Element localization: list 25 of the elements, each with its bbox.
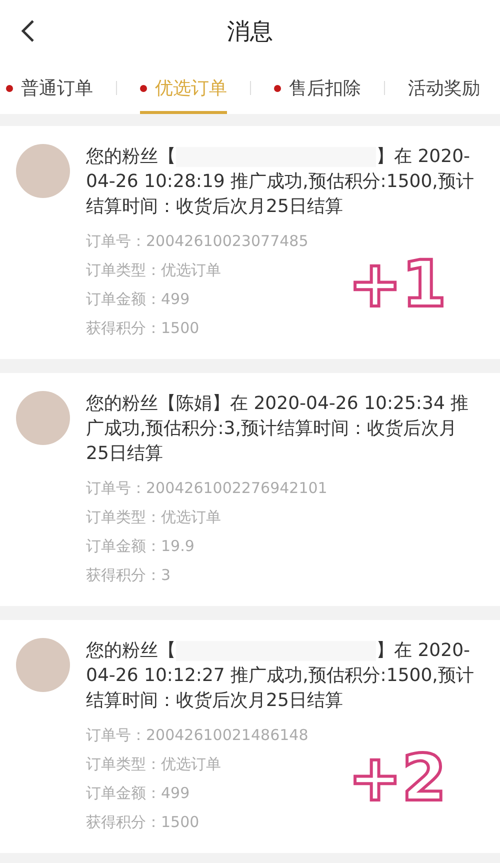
- order-detail: 订单金额：19.9: [86, 536, 196, 557]
- message-text: 您的粉丝【陈娟】在 2020-04-26 10:25:34 推广成功,预估积分:3,预计结算时间：收货后次月25日结算: [86, 392, 470, 466]
- tab[interactable]: 活动奖励: [408, 62, 480, 114]
- tab[interactable]: 普通订单: [6, 62, 93, 114]
- order-detail: 订单类型：优选订单: [86, 507, 222, 528]
- avatar-placeholder: [16, 144, 70, 198]
- handwritten-annotation: +1: [348, 248, 446, 322]
- order-detail: 订单类型：优选订单: [86, 754, 222, 775]
- message-text: 您的粉丝【 】在 2020-04-26 10:28:19 推广成功,预估积分:1500,预计结算时间：收货后次月25日结算: [86, 145, 475, 219]
- message-text: 您的粉丝【 】在 2020-04-26 10:12:27 推广成功,预估积分:1500,预计结算时间：收货后次月25日结算: [86, 639, 475, 713]
- order-detail: 订单金额：499: [86, 783, 191, 804]
- order-detail: 获得积分：1500: [86, 812, 200, 833]
- avatar-placeholder: [16, 391, 70, 445]
- page-title: 消息: [227, 18, 273, 46]
- handwritten-annotation: +2: [348, 742, 446, 816]
- order-detail: 订单号：20042610021486148: [86, 725, 308, 746]
- order-detail: 订单金额：499: [86, 289, 191, 310]
- back-icon[interactable]: [21, 19, 35, 43]
- order-detail: 获得积分：1500: [86, 318, 200, 339]
- order-detail: 订单号：20042610023077485: [86, 231, 308, 252]
- order-detail: 获得积分：3: [86, 565, 172, 586]
- order-detail: 订单类型：优选订单: [86, 260, 222, 281]
- tab[interactable]: 售后扣除: [274, 62, 361, 114]
- order-detail: 订单号：2004261002276942101: [86, 478, 328, 499]
- avatar-placeholder: [16, 638, 70, 692]
